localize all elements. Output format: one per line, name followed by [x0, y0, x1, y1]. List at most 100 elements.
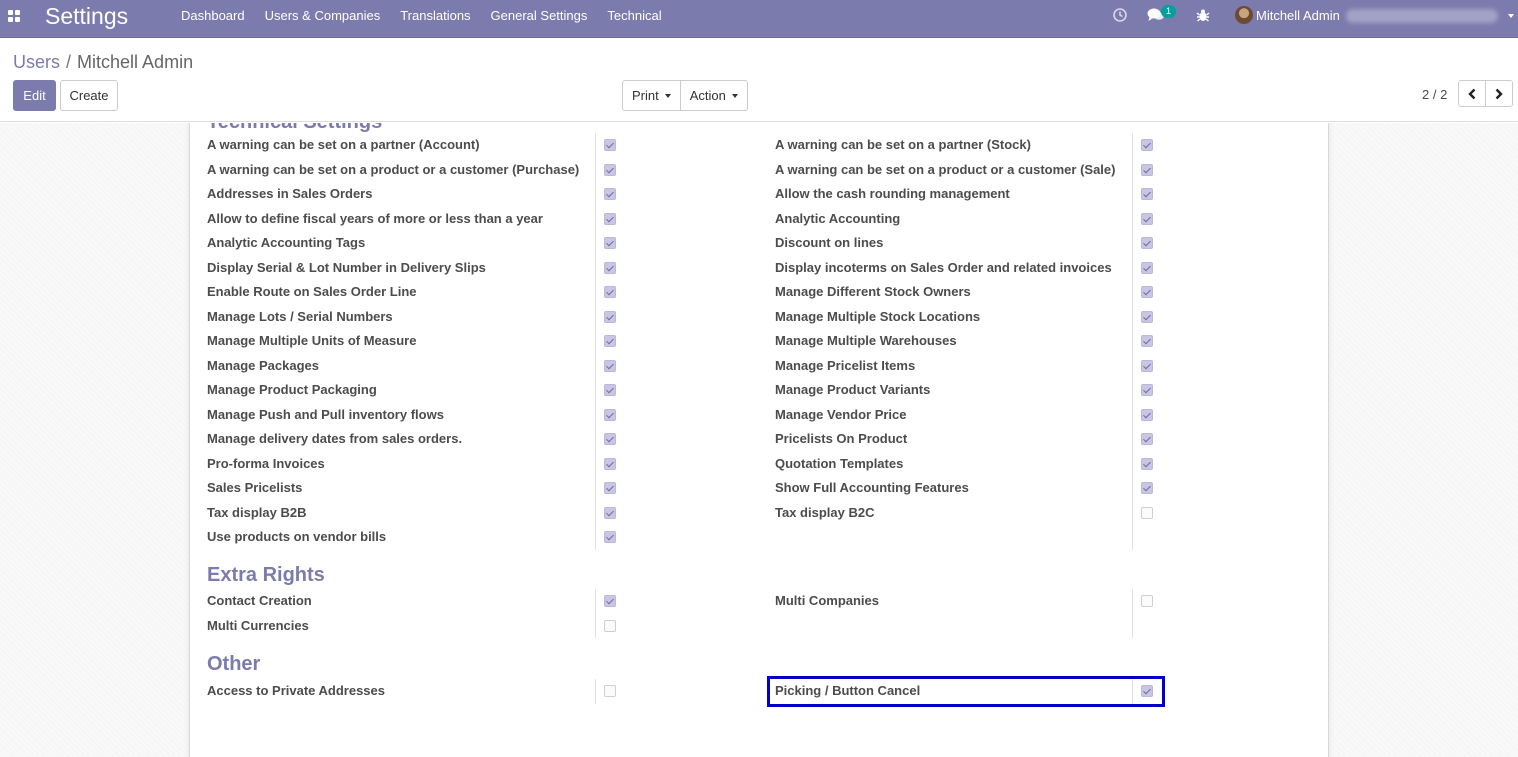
field-label: Multi Companies [775, 593, 880, 608]
field-label: Manage Product Variants [775, 382, 931, 397]
checkbox-unchecked[interactable] [604, 619, 616, 632]
field-label: Allow to define fiscal years of more or … [207, 210, 543, 226]
pager-value[interactable]: 2 / 2 [1422, 86, 1447, 104]
checkbox-checked[interactable] [1141, 188, 1153, 200]
checkbox-checked[interactable] [604, 506, 616, 519]
caret-down-icon [731, 93, 738, 98]
debug-bug-icon[interactable] [1195, 7, 1211, 23]
field-label: Pro-forma Invoices [207, 455, 325, 471]
field-label: A warning can be set on a partner (Accou… [207, 137, 480, 152]
chevron-left-icon [1468, 88, 1476, 100]
field-label: Picking / Button Cancel [775, 683, 921, 698]
breadcrumb-users-link[interactable]: Users [13, 52, 60, 72]
field-label: Manage Pricelist Items [775, 357, 916, 373]
checkbox-checked[interactable] [604, 408, 616, 421]
checkbox-checked[interactable] [604, 237, 616, 249]
user-avatar[interactable] [1235, 6, 1253, 24]
checkbox-checked[interactable] [1141, 359, 1153, 372]
field-separator [595, 589, 596, 638]
field-label: Tax display B2C [775, 504, 875, 520]
menu-dashboard[interactable]: Dashboard [171, 0, 255, 32]
field-label: Manage Different Stock Owners [775, 284, 971, 299]
field-label: Display Serial & Lot Number in Delivery … [207, 259, 486, 275]
database-name-blurred [1346, 9, 1498, 23]
field-label: A warning can be set on a product or a c… [775, 161, 1116, 177]
field-label: Enable Route on Sales Order Line [207, 284, 417, 299]
create-button[interactable]: Create [60, 80, 118, 111]
checkbox-checked[interactable] [1141, 685, 1153, 697]
checkbox-checked[interactable] [604, 433, 616, 445]
checkbox-checked[interactable] [604, 261, 616, 274]
action-label: Action [689, 88, 726, 103]
checkbox-unchecked[interactable] [1141, 506, 1153, 519]
action-dropdown-button[interactable]: Action [680, 80, 748, 111]
checkbox-checked[interactable] [1141, 163, 1153, 176]
checkbox-checked[interactable] [1141, 433, 1153, 445]
checkbox-checked[interactable] [1141, 261, 1153, 274]
menu-users-companies[interactable]: Users & Companies [255, 0, 391, 32]
field-label: Analytic Accounting [775, 210, 901, 226]
checkbox-checked[interactable] [1141, 139, 1153, 151]
field-label: Display incoterms on Sales Order and rel… [775, 259, 1112, 275]
field-label: A warning can be set on a product or a c… [207, 161, 580, 177]
checkbox-checked[interactable] [604, 482, 616, 494]
field-label: Quotation Templates [775, 455, 904, 471]
menu-general-settings[interactable]: General Settings [481, 0, 598, 32]
checkbox-unchecked[interactable] [604, 685, 616, 697]
checkbox-checked[interactable] [604, 531, 616, 543]
top-navbar: Settings Dashboard Users & Companies Tra… [0, 0, 1518, 38]
checkbox-checked[interactable] [604, 212, 616, 225]
checkbox-checked[interactable] [1141, 408, 1153, 421]
checkbox-checked[interactable] [604, 457, 616, 470]
menu-translations[interactable]: Translations [390, 0, 480, 32]
field-label: Multi Currencies [207, 617, 309, 633]
checkbox-checked[interactable] [604, 384, 616, 396]
checkbox-checked[interactable] [604, 139, 616, 151]
main-menu: Dashboard Users & Companies Translations… [171, 0, 672, 32]
field-label: Show Full Accounting Features [775, 480, 969, 495]
activity-clock-icon[interactable] [1112, 7, 1128, 23]
checkbox-checked[interactable] [604, 188, 616, 200]
menu-technical[interactable]: Technical [597, 0, 671, 32]
field-separator [1132, 679, 1133, 704]
app-title: Settings [45, 3, 129, 29]
field-label: Discount on lines [775, 235, 884, 250]
checkbox-checked[interactable] [1141, 457, 1153, 470]
field-label: Addresses in Sales Orders [207, 186, 373, 201]
breadcrumb-current: Mitchell Admin [77, 52, 194, 72]
field-label: A warning can be set on a partner (Stock… [775, 137, 1031, 152]
checkbox-checked[interactable] [1141, 335, 1153, 347]
pager-next-button[interactable] [1485, 80, 1513, 107]
section-title: Other [207, 653, 261, 675]
field-label: Manage Lots / Serial Numbers [207, 308, 393, 324]
field-label: Manage Multiple Warehouses [775, 333, 957, 348]
pager-previous-button[interactable] [1458, 80, 1486, 107]
checkbox-checked[interactable] [1141, 310, 1153, 323]
field-label: Access to Private Addresses [207, 683, 386, 698]
checkbox-checked[interactable] [1141, 482, 1153, 494]
apps-grid-icon[interactable] [8, 10, 20, 22]
checkbox-checked[interactable] [604, 163, 616, 176]
checkbox-checked[interactable] [604, 310, 616, 323]
checkbox-checked[interactable] [1141, 286, 1153, 298]
breadcrumb-separator: / [66, 52, 72, 72]
checkbox-checked[interactable] [604, 335, 616, 347]
sidebar-actions: Print Action [622, 80, 748, 111]
checkbox-checked[interactable] [604, 359, 616, 372]
checkbox-checked[interactable] [1141, 384, 1153, 396]
user-menu-name[interactable]: Mitchell Admin [1256, 0, 1340, 32]
field-separator [1132, 589, 1133, 638]
breadcrumb: Users / Mitchell Admin [13, 50, 193, 74]
checkbox-checked[interactable] [604, 286, 616, 298]
field-label: Sales Pricelists [207, 480, 303, 495]
edit-button[interactable]: Edit [13, 80, 56, 111]
field-label: Manage Vendor Price [775, 406, 907, 422]
field-separator [1132, 133, 1133, 550]
checkbox-checked[interactable] [604, 595, 616, 607]
checkbox-unchecked[interactable] [1141, 595, 1153, 607]
form-sheet: Technical SettingsA warning can be set o… [189, 123, 1329, 757]
checkbox-checked[interactable] [1141, 212, 1153, 225]
print-dropdown-button[interactable]: Print [622, 80, 681, 111]
checkbox-checked[interactable] [1141, 237, 1153, 249]
user-dropdown-caret-icon[interactable] [1508, 14, 1514, 18]
